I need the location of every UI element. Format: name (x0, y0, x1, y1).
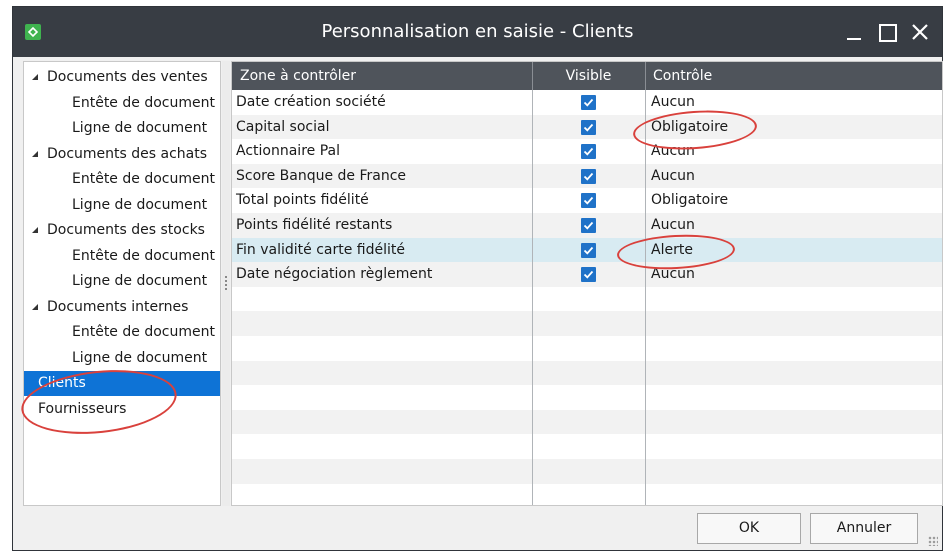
column-divider[interactable] (645, 62, 646, 90)
table-row[interactable]: Date négociation règlement Aucun (232, 262, 942, 287)
tree-item-label: Ligne de document (72, 120, 208, 136)
tree-subitem[interactable]: Entête de document (24, 244, 220, 269)
visible-checkbox[interactable] (581, 242, 596, 258)
tree-item-label: Ligne de document (72, 196, 208, 213)
cell-zone: Score Banque de France (236, 167, 407, 184)
cell-controle[interactable]: Aucun (651, 262, 695, 287)
expand-triangle-icon[interactable] (32, 150, 38, 157)
cell-controle[interactable]: Aucun (651, 90, 695, 115)
dialog-window: Personnalisation en saisie - Clients Doc… (12, 6, 943, 551)
table-row[interactable]: Total points fidélité Obligatoire (232, 188, 942, 213)
expand-triangle-icon[interactable] (32, 74, 38, 80)
close-icon[interactable] (906, 19, 934, 45)
fields-grid: Zone à contrôler Visible Contrôle Date c… (231, 61, 943, 506)
column-header-visible[interactable]: Visible (532, 62, 645, 90)
tree-item-label: Entête de document (72, 94, 215, 111)
column-header-controle[interactable]: Contrôle (653, 62, 712, 90)
tree-subitem[interactable]: Ligne de document (24, 193, 220, 218)
cell-controle[interactable]: Obligatoire (651, 188, 728, 213)
tree-item-label: Ligne de document (72, 349, 208, 366)
tree-item-label: Documents internes (47, 298, 189, 315)
visible-checkbox[interactable] (581, 168, 596, 184)
tree-item[interactable]: Documents des achats (24, 142, 220, 167)
grid-column-line (645, 90, 646, 505)
table-row[interactable]: Date création société Aucun (232, 90, 942, 115)
cell-zone: Fin validité carte fidélité (236, 241, 406, 258)
tree-item-label: Documents des ventes (47, 69, 208, 85)
cell-zone: Capital social (236, 118, 330, 135)
title-bar[interactable]: Personnalisation en saisie - Clients (13, 7, 942, 57)
visible-checkbox[interactable] (581, 267, 596, 283)
tree-subitem[interactable]: Ligne de document (24, 269, 220, 294)
minimize-icon[interactable] (841, 19, 869, 45)
tree-item[interactable]: Documents internes (24, 295, 220, 320)
tree-subitem[interactable]: Entête de document (24, 167, 220, 192)
visible-checkbox[interactable] (581, 119, 596, 135)
table-row[interactable]: Fin validité carte fidélité Alerte (232, 237, 942, 263)
cell-controle[interactable]: Obligatoire (651, 115, 728, 140)
window-title: Personnalisation en saisie - Clients (321, 21, 634, 42)
empty-table-row[interactable] (232, 484, 942, 505)
tree-subitem[interactable]: Entête de document (24, 91, 220, 116)
tree-item-label: Fournisseurs (38, 400, 127, 417)
table-row[interactable]: Points fidélité restants Aucun (232, 213, 942, 238)
column-header-zone[interactable]: Zone à contrôler (240, 62, 356, 90)
cell-zone: Points fidélité restants (236, 217, 393, 233)
cell-zone: Actionnaire Pal (236, 143, 340, 160)
cell-zone: Total points fidélité (236, 192, 369, 209)
grid-header: Zone à contrôler Visible Contrôle (232, 62, 942, 90)
empty-table-row[interactable] (232, 287, 942, 312)
tree-item-label: Entête de document (72, 324, 215, 340)
empty-table-row[interactable] (232, 311, 942, 336)
tree-subitem[interactable]: Ligne de document (24, 116, 220, 141)
cell-controle[interactable]: Aucun (651, 139, 695, 164)
maximize-icon[interactable] (873, 19, 901, 45)
grid-column-line (532, 90, 533, 505)
empty-table-row[interactable] (232, 360, 942, 386)
category-tree[interactable]: Documents des ventes Entête de document Li… (23, 61, 221, 506)
tree-item-label: Clients (38, 375, 86, 391)
tree-item-label: Documents des stocks (47, 222, 205, 238)
cell-zone: Date négociation règlement (236, 266, 433, 283)
tree-subitem[interactable]: Ligne de document (24, 346, 220, 371)
tree-item-label: Ligne de document (72, 273, 208, 289)
tree-item[interactable]: Documents des stocks (24, 218, 220, 243)
pane-splitter[interactable] (222, 61, 230, 506)
empty-table-row[interactable] (232, 336, 942, 361)
tree-subitem[interactable]: Entête de document (24, 320, 220, 345)
ok-button[interactable]: OK (697, 513, 801, 544)
tree-item[interactable]: Clients (24, 371, 220, 396)
empty-table-row[interactable] (232, 459, 942, 484)
empty-table-row[interactable] (232, 434, 942, 459)
splitter-grip-icon (225, 276, 227, 290)
cancel-button[interactable]: Annuler (810, 513, 918, 544)
table-row[interactable]: Capital social Obligatoire (232, 114, 942, 140)
expand-triangle-icon[interactable] (32, 227, 38, 233)
visible-checkbox[interactable] (581, 218, 596, 233)
tree-item-label: Entête de document (72, 171, 215, 187)
cell-zone: Date création société (236, 94, 386, 110)
empty-table-row[interactable] (232, 385, 942, 410)
empty-table-row[interactable] (232, 409, 942, 435)
resize-grip-icon[interactable] (928, 536, 938, 546)
visible-checkbox[interactable] (581, 193, 596, 209)
tree-item-label: Documents des achats (47, 145, 208, 162)
table-row[interactable]: Actionnaire Pal Aucun (232, 139, 942, 164)
tree-item[interactable]: Documents des ventes (24, 65, 220, 90)
cell-controle[interactable]: Aucun (651, 164, 695, 189)
cell-controle[interactable]: Aucun (651, 213, 695, 238)
visible-checkbox[interactable] (581, 95, 596, 110)
cell-controle[interactable]: Alerte (651, 238, 693, 263)
expand-triangle-icon[interactable] (32, 303, 38, 310)
tree-item[interactable]: Fournisseurs (24, 397, 220, 422)
tree-item-label: Entête de document (72, 247, 215, 264)
visible-checkbox[interactable] (581, 144, 596, 160)
table-row[interactable]: Score Banque de France Aucun (232, 163, 942, 189)
